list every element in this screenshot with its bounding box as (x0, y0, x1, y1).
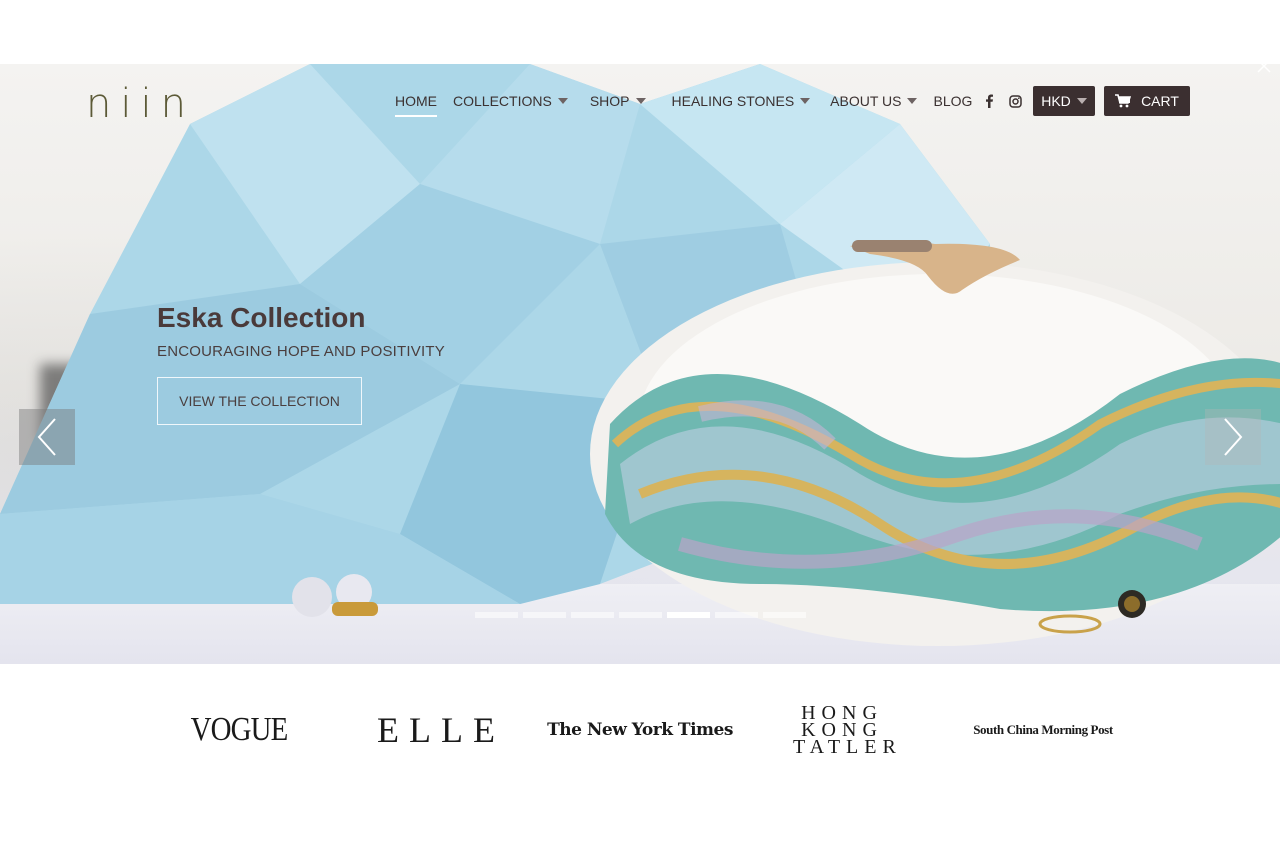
nav-item-label: HOME (395, 93, 437, 109)
nav-item-label: BLOG (933, 93, 973, 109)
caret-down-icon (1076, 98, 1087, 104)
slider-dot[interactable] (715, 612, 758, 618)
press-logo-vogue: VOGUE (190, 711, 289, 748)
press-logos: VOGUE ELLE The New York Times HONG KONG … (0, 690, 1280, 770)
facebook-icon[interactable] (980, 86, 998, 116)
caret-down-icon (557, 98, 568, 104)
nav-item-label: HEALING STONES (671, 93, 795, 109)
slider-pagination (475, 612, 811, 618)
close-icon[interactable] (1256, 58, 1272, 74)
press-logo-elle: ELLE (377, 710, 505, 750)
slider-dot-active[interactable] (667, 612, 710, 618)
slider-dot[interactable] (619, 612, 662, 618)
main-nav: HOME COLLECTIONS SHOP HEALING STONES ABO… (395, 86, 1084, 117)
nav-item-about-us[interactable]: ABOUT US (830, 86, 918, 116)
nav-item-blog[interactable]: BLOG (933, 86, 972, 116)
caret-down-icon (635, 98, 646, 104)
press-logo-hk-tatler: HONG KONG TATLER (793, 690, 902, 770)
nav-item-label: ABOUT US (830, 93, 902, 109)
slider-dot[interactable] (571, 612, 614, 618)
press-logo-nyt: The New York Times (547, 720, 733, 740)
chevron-left-icon (37, 418, 56, 456)
caret-down-icon (800, 98, 811, 104)
slider-prev-button[interactable] (19, 409, 75, 465)
slider-dot[interactable] (763, 612, 806, 618)
hero-title: Eska Collection (157, 302, 366, 333)
hero-subtitle: ENCOURAGING HOPE AND POSITIVITY (157, 343, 445, 360)
press-logo-scmp: South China Morning Post (973, 722, 1113, 737)
currency-value: HKD (1041, 93, 1071, 109)
press-logo-hk-tatler-text: HONG KONG TATLER (793, 701, 902, 758)
nav-item-healing-stones[interactable]: HEALING STONES (672, 86, 811, 116)
cart-label: CART (1141, 93, 1179, 109)
nav-item-collections[interactable]: COLLECTIONS (453, 86, 568, 116)
nav-item-label: COLLECTIONS (453, 93, 552, 109)
slider-dot[interactable] (523, 612, 566, 618)
chevron-right-icon (1224, 418, 1243, 456)
currency-select[interactable]: HKD (1033, 86, 1095, 116)
cart-button[interactable]: CART (1104, 86, 1190, 116)
nav-item-shop[interactable]: SHOP (590, 86, 646, 116)
cart-icon (1115, 94, 1132, 108)
view-collection-button[interactable]: VIEW THE COLLECTION (157, 377, 362, 425)
caret-down-icon (907, 98, 918, 104)
hero-slider (0, 64, 1280, 664)
instagram-icon[interactable] (1006, 86, 1024, 116)
slider-dot[interactable] (475, 612, 518, 618)
nav-item-home[interactable]: HOME (395, 86, 437, 117)
slider-next-button[interactable] (1205, 409, 1261, 465)
nav-item-label: SHOP (589, 93, 630, 109)
hero-product-image (0, 64, 1280, 646)
brand-logo[interactable]: niin (86, 84, 195, 124)
